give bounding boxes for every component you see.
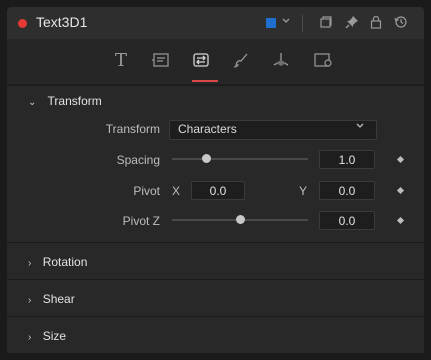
status-dot[interactable] xyxy=(18,19,27,28)
settings-icon xyxy=(314,53,332,67)
tab-text[interactable]: T xyxy=(108,47,134,73)
chevron-down-icon: ⌄ xyxy=(28,97,37,108)
pivot-x-field[interactable]: 0.0 xyxy=(191,181,245,200)
shear-section-header[interactable]: › Shear xyxy=(28,292,75,306)
active-tab-indicator xyxy=(192,80,218,82)
tab-toolbar xyxy=(7,39,424,85)
transform-section-header[interactable]: ⌄ Transform xyxy=(28,94,102,108)
chevron-right-icon: › xyxy=(28,332,32,343)
tab-layout[interactable] xyxy=(148,47,174,73)
pivot-label: Pivot xyxy=(133,184,160,198)
transform-label: Transform xyxy=(105,122,160,136)
pivot-z-slider-thumb[interactable] xyxy=(236,215,245,224)
node-title: Text3D1 xyxy=(36,14,88,30)
size-section-header[interactable]: › Size xyxy=(28,329,66,343)
chevron-down-icon[interactable] xyxy=(281,16,291,29)
inspector-panel: Text3D1 T ⌄ Transform Transform Characte… xyxy=(0,0,431,360)
3d-axis-icon xyxy=(273,53,289,66)
pivot-z-label: Pivot Z xyxy=(122,214,160,228)
clip-icon[interactable] xyxy=(319,15,333,32)
tab-settings[interactable] xyxy=(310,47,336,73)
spacing-label: Spacing xyxy=(116,153,160,167)
spacing-slider-thumb[interactable] xyxy=(202,154,211,163)
shading-icon xyxy=(233,53,248,68)
pivot-x-label: X xyxy=(172,184,181,198)
spacing-slider-track[interactable] xyxy=(172,158,308,160)
pivot-y-field[interactable]: 0.0 xyxy=(319,181,375,200)
pivot-z-field[interactable]: 0.0 xyxy=(319,211,375,230)
text-icon: T xyxy=(114,49,127,71)
tab-shading[interactable] xyxy=(228,47,254,73)
transform-dropdown-value: Characters xyxy=(178,122,237,136)
tab-transform[interactable] xyxy=(188,47,214,73)
color-swatch[interactable] xyxy=(266,18,276,28)
lock-icon[interactable] xyxy=(370,15,382,32)
pin-icon[interactable] xyxy=(345,15,359,32)
pivot-y-label: Y xyxy=(299,184,308,198)
chevron-right-icon: › xyxy=(28,258,32,269)
transform-icon xyxy=(193,53,209,67)
tab-3d[interactable] xyxy=(268,47,294,73)
layout-icon xyxy=(152,53,169,67)
chevron-right-icon: › xyxy=(28,295,32,306)
rotation-section-header[interactable]: › Rotation xyxy=(28,255,87,269)
header-divider xyxy=(302,15,303,32)
spacing-field[interactable]: 1.0 xyxy=(319,150,375,169)
reset-icon[interactable] xyxy=(394,15,408,32)
chevron-down-icon xyxy=(355,121,365,134)
size-section[interactable] xyxy=(7,317,424,353)
